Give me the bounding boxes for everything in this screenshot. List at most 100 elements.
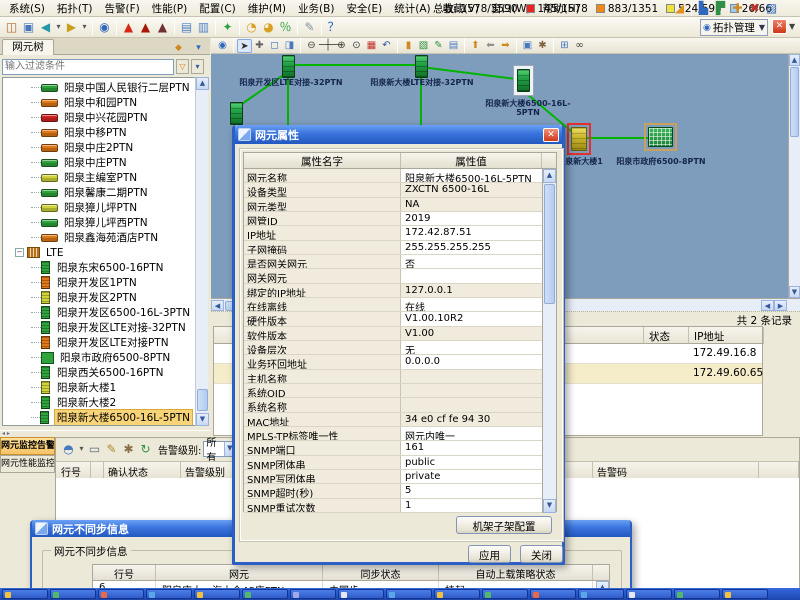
pin-panel-icon[interactable]: ◆ [170,40,187,57]
ne-manage-icon[interactable]: ✦ [219,19,236,36]
back-menu-icon[interactable]: ▾ [54,19,63,36]
tree-item[interactable]: 阳泉中兴花园PTN [3,110,193,125]
overview-window-icon[interactable]: ▣ [520,39,535,53]
column-attribute-value[interactable]: 属性值 [401,153,542,168]
refresh-topo-icon[interactable]: ◉ [215,39,230,53]
tree-item[interactable]: 阳泉开发区2PTN [3,290,193,305]
property-value[interactable]: private [401,470,542,483]
lock-terminal-icon[interactable]: ▣ [20,19,37,36]
performance-task-icon[interactable]: ％ [277,19,294,36]
forward-menu-icon[interactable]: ▾ [80,19,89,36]
tree-item[interactable]: 阳泉东宋6500-16PTN [3,260,193,275]
property-value[interactable]: public [401,456,542,469]
alarm-current-icon[interactable]: ▲ [120,19,137,36]
property-row[interactable]: 网元名称阳泉新大楼6500-16L-5PTN [244,169,542,183]
zoom-out-icon[interactable]: ⊖ [304,39,319,53]
lock-layout-icon[interactable]: ▮ [401,39,416,53]
property-row[interactable]: 设备层次无 [244,341,542,355]
property-row[interactable]: MPLS-TP标签唯一性网元内唯一 [244,427,542,441]
column-attribute-name[interactable]: 属性名字 [244,153,401,168]
select-cursor-icon[interactable]: ➤ [237,39,252,53]
print-alarm-icon[interactable]: ▭ [86,441,103,458]
zoom-region-icon[interactable]: ◨ [282,39,297,53]
scroll-up-icon[interactable]: ▲ [789,54,800,66]
ack-alarm-icon[interactable]: ✎ [103,441,120,458]
undo-icon[interactable]: ↶ [379,39,394,53]
clock-sync-icon[interactable]: ◕ [260,19,277,36]
sync-column[interactable]: 网元 [156,565,323,580]
tree-item[interactable]: 阳泉西关6500-16PTN [3,365,193,380]
taskbar-window-button[interactable] [338,589,384,599]
property-row[interactable]: 网元类型NA [244,198,542,212]
tree-item[interactable]: 阳泉市政府6500-8PTN [3,350,193,365]
taskbar-window-button[interactable] [290,589,336,599]
menu-item[interactable]: 告警(F) [98,0,145,17]
property-row[interactable]: 子网掩码255.255.255.255 [244,241,542,255]
property-value[interactable]: 否 [401,255,542,268]
alarm-sound-icon[interactable]: ◢ [671,0,688,17]
stat-task-icon[interactable]: ▛ [712,0,729,17]
tree-item[interactable]: 阳泉中移PTN [3,125,193,140]
property-row[interactable]: SNMP写团体串private [244,470,542,484]
zoom-actual-icon[interactable]: ⊙ [349,39,364,53]
alarm-level-select[interactable]: 所有 ▼ [203,441,235,457]
sync-column[interactable]: 同步状态 [323,565,439,580]
close-icon[interactable]: ✕ [543,128,559,142]
scroll-down-icon[interactable]: ▼ [543,499,556,513]
property-row[interactable]: MAC地址34 e0 cf fe 94 30 [244,413,542,427]
property-value[interactable] [401,398,542,411]
tree-item[interactable]: 阳泉开发区LTE对接-32PTN [3,320,193,335]
property-value[interactable] [401,384,542,397]
property-row[interactable]: 硬件版本V1.00.10R2 [244,312,542,326]
property-row[interactable]: 网关网元 [244,269,542,283]
nav-back-icon[interactable]: ⬅ [483,39,498,53]
property-row[interactable]: 网管ID2019 [244,212,542,226]
property-value[interactable]: 34 e0 cf fe 94 30 [401,413,542,426]
alarm-column[interactable]: 确认状态 [104,462,181,479]
expander-icon[interactable]: − [15,248,24,257]
property-value[interactable]: 网元内唯一 [401,427,542,440]
panel-menu-icon[interactable]: ▾ [190,40,207,57]
property-value[interactable]: V1.00.10R2 [401,312,542,325]
zoom-slider-icon[interactable]: ─┼── [319,39,334,53]
property-value[interactable]: 在线 [401,298,542,311]
scroll-thumb[interactable] [544,184,555,304]
close-button[interactable]: 关闭 [520,545,563,563]
taskbar-window-button[interactable] [626,589,672,599]
alarm-column[interactable] [91,462,104,479]
menu-item[interactable]: 系统(S) [3,0,51,17]
taskbar-window-button[interactable] [578,589,624,599]
tab-inactive[interactable]: 网元性能监控 [0,455,55,473]
property-row[interactable]: SNMP重试次数1 [244,499,542,513]
tree-item[interactable]: 阳泉中国人民银行二层PTN [3,80,193,95]
scroll-down-icon[interactable]: ▼ [196,413,209,426]
tab-active[interactable]: 网元监控告警 [0,437,55,455]
rack-config-button[interactable]: 机架子架配置 [456,516,552,534]
canvas-vertical-scrollbar[interactable]: ▲ ▼ [788,54,800,298]
node-xindalou-6500[interactable] [514,66,533,95]
taskbar-window-button[interactable] [242,589,288,599]
taskbar-window-button[interactable] [50,589,96,599]
tree-item[interactable]: 阳泉獐儿坪西PTN [3,215,193,230]
tree-item[interactable]: 阳泉开发区LTE对接PTN [3,335,193,350]
node-kaifaqu-lte32[interactable] [282,55,295,78]
property-row[interactable]: 绑定的IP地址127.0.0.1 [244,284,542,298]
scroll-thumb[interactable] [790,67,799,137]
taskbar-window-button[interactable] [722,589,768,599]
node-xindalou-1[interactable] [569,125,589,153]
property-value[interactable]: 1 [401,499,542,512]
property-row[interactable]: SNMP超时(秒)5 [244,484,542,498]
property-value[interactable]: 127.0.0.1 [401,284,542,297]
menu-item[interactable]: 安全(E) [340,0,388,17]
property-row[interactable]: 软件版本V1.00 [244,327,542,341]
property-value[interactable]: 2019 [401,212,542,225]
back-icon[interactable]: ◀ [37,19,54,36]
property-value[interactable]: 无 [401,341,542,354]
tree-item[interactable]: −LTE [3,245,193,260]
ne-list-icon[interactable]: ▤ [446,39,461,53]
scroll-up-icon[interactable]: ▲ [196,77,209,90]
scroll-left-icon[interactable]: ◀ [761,300,774,311]
close-view-menu-icon[interactable]: ▼ [789,22,795,31]
taskbar-window-button[interactable] [674,589,720,599]
taskbar-window-button[interactable] [194,589,240,599]
